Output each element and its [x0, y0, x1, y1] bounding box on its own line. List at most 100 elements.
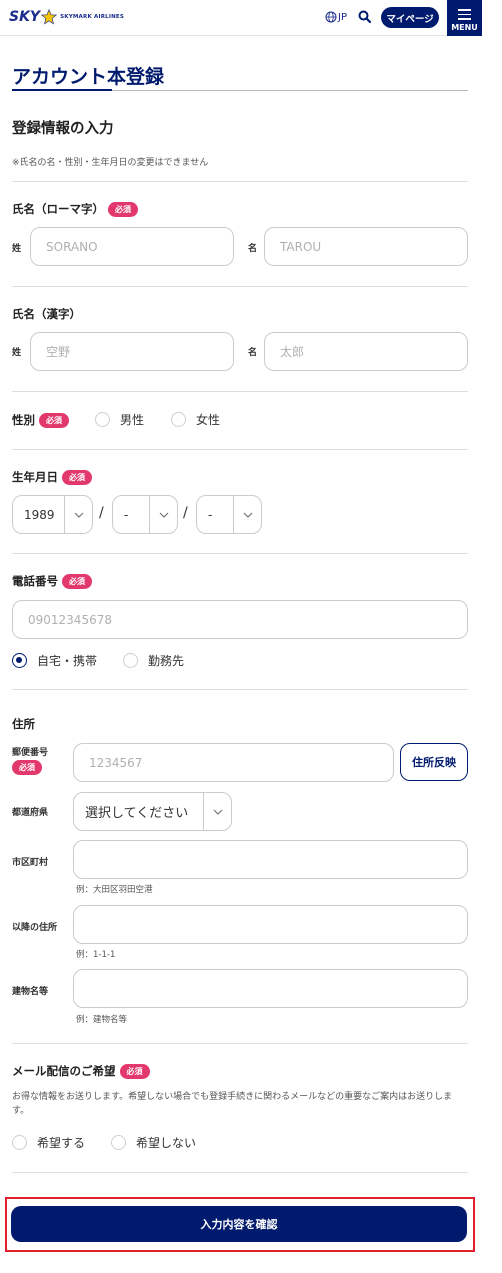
postal-code-input[interactable]: 1234567	[73, 743, 394, 782]
name-kanji-label: 氏名（漢字）	[12, 306, 81, 322]
street-label: 以降の住所	[12, 923, 58, 933]
gender-male-label: 男性	[120, 413, 145, 427]
divider	[12, 1043, 468, 1044]
skymark-logo[interactable]: SKY SKYMARK AIRLINES	[9, 9, 124, 25]
radio-circle	[171, 412, 186, 427]
phone-work-radio[interactable]: 勤務先	[123, 652, 184, 669]
mail-yes-radio[interactable]: 希望する	[12, 1134, 85, 1151]
hamburger-icon	[458, 9, 471, 23]
postal-code-label: 郵便番号	[12, 748, 49, 758]
mail-label-text: メール配信のご希望	[12, 1064, 116, 1078]
name-kanji-label-text: 氏名（漢字）	[12, 307, 81, 321]
required-badge: 必須	[119, 1063, 150, 1079]
name-roman-label-text: 氏名（ローマ字）	[12, 202, 104, 216]
birth-month-value: -	[124, 507, 129, 522]
building-hint: 例：建物名等	[76, 1015, 128, 1025]
chevron-down-icon	[150, 512, 177, 518]
mail-description: お得な情報をお送りします。希望しない場合でも登録手続きに関わるメールなどの重要な…	[12, 1092, 453, 1116]
phone-work-label: 勤務先	[148, 654, 185, 668]
logo-wordmark: SKY	[9, 9, 41, 25]
mail-no-radio[interactable]: 希望しない	[111, 1134, 196, 1151]
search-icon[interactable]	[357, 9, 373, 25]
prefecture-value: 選択してください	[85, 806, 189, 821]
phone-placeholder: 09012345678	[28, 612, 112, 627]
chevron-down-icon	[234, 512, 261, 518]
required-badge: 必須	[62, 469, 92, 485]
required-badge: 必須	[62, 573, 92, 589]
first-name-kanji-input[interactable]: 太郎	[264, 332, 468, 371]
birth-year-select[interactable]: 1989	[12, 495, 93, 534]
first-name-label: 名	[248, 348, 258, 358]
address-label: 住所	[12, 716, 35, 732]
divider	[12, 449, 468, 450]
name-roman-label: 氏名（ローマ字） 必須	[12, 201, 138, 217]
first-name-kanji-placeholder: 太郎	[280, 345, 305, 359]
first-name-roman-input[interactable]: TAROU	[264, 227, 468, 266]
phone-home-radio[interactable]: 自宅・携帯	[12, 652, 97, 669]
gender-female-radio[interactable]: 女性	[171, 411, 220, 428]
divider	[12, 391, 468, 392]
chevron-down-icon	[204, 809, 231, 815]
street-input[interactable]	[73, 905, 468, 944]
prefecture-select[interactable]: 選択してください	[73, 792, 232, 831]
mypage-label: マイページ	[386, 13, 434, 25]
prefecture-label: 都道府県	[12, 808, 49, 818]
phone-home-label: 自宅・携帯	[37, 654, 98, 668]
menu-label: MENU	[451, 23, 478, 32]
divider	[12, 181, 468, 182]
city-label: 市区町村	[12, 858, 49, 868]
mypage-button[interactable]: マイページ	[381, 7, 439, 28]
birthdate-label-text: 生年月日	[12, 470, 58, 484]
logo-subtitle: SKYMARK AIRLINES	[60, 14, 125, 20]
phone-input[interactable]: 09012345678	[12, 600, 468, 639]
last-name-roman-input[interactable]: SORANO	[30, 227, 234, 266]
date-separator: /	[183, 505, 188, 521]
divider	[12, 1172, 468, 1173]
postal-code-placeholder: 1234567	[89, 755, 143, 770]
last-name-label: 姓	[12, 348, 22, 358]
first-name-roman-placeholder: TAROU	[280, 239, 322, 254]
gender-male-radio[interactable]: 男性	[95, 411, 144, 428]
address-reflect-button[interactable]: 住所反映	[400, 743, 468, 781]
globe-icon	[325, 11, 337, 23]
language-switch[interactable]: JP	[325, 11, 347, 23]
radio-circle	[123, 653, 138, 668]
birth-day-select[interactable]: -	[196, 495, 262, 534]
birthdate-label: 生年月日 必須	[12, 469, 92, 485]
radio-circle	[95, 412, 110, 427]
confirm-submit-button[interactable]: 入力内容を確認	[11, 1206, 467, 1242]
birth-day-value: -	[208, 507, 213, 522]
gender-label: 性別 必須	[12, 412, 69, 428]
building-label: 建物名等	[12, 987, 49, 997]
last-name-kanji-input[interactable]: 空野	[30, 332, 234, 371]
required-badge: 必須	[12, 760, 42, 775]
section-heading: 登録情報の入力	[12, 121, 114, 137]
last-name-roman-placeholder: SORANO	[46, 239, 98, 254]
city-hint: 例：大田区羽田空港	[76, 885, 153, 895]
phone-label-text: 電話番号	[12, 574, 58, 588]
divider	[12, 689, 468, 690]
title-accent-line	[12, 89, 112, 91]
divider	[12, 286, 468, 287]
building-input[interactable]	[73, 969, 468, 1008]
chevron-down-icon	[65, 512, 92, 518]
mail-no-label: 希望しない	[136, 1136, 197, 1150]
page-title: アカウント本登録	[12, 66, 165, 88]
mail-yes-label: 希望する	[37, 1136, 86, 1150]
radio-circle	[12, 1135, 27, 1150]
gender-female-label: 女性	[196, 413, 221, 427]
birth-month-select[interactable]: -	[112, 495, 178, 534]
street-hint: 例：1-1-1	[76, 950, 116, 960]
required-badge: 必須	[108, 201, 138, 217]
city-input[interactable]	[73, 840, 468, 879]
first-name-label: 名	[248, 244, 258, 254]
address-reflect-label: 住所反映	[412, 756, 456, 769]
gender-label-text: 性別	[12, 413, 35, 427]
menu-button[interactable]: MENU	[447, 0, 482, 36]
change-notice: ※氏名の名・性別・生年月日の変更はできません	[12, 158, 209, 168]
last-name-label: 姓	[12, 244, 22, 254]
birth-year-value: 1989	[24, 507, 55, 522]
required-badge: 必須	[39, 412, 69, 428]
address-label-text: 住所	[12, 717, 35, 731]
confirm-submit-label: 入力内容を確認	[200, 1218, 278, 1231]
